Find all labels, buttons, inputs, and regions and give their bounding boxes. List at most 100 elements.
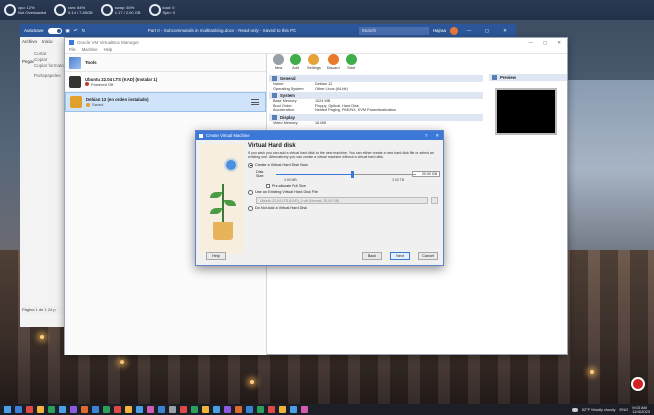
slider-min-label: 4.00 MB <box>284 177 297 182</box>
section-general-header[interactable]: General <box>269 75 483 82</box>
ribbon-format-painter[interactable]: Copiar formato <box>34 63 64 68</box>
toolbar-settings-button[interactable]: Settings <box>307 54 321 70</box>
wizard-illustration <box>200 144 244 254</box>
autosave-toggle[interactable] <box>47 27 62 34</box>
taskbar-app-icon[interactable] <box>235 406 242 413</box>
system-icon <box>272 93 277 99</box>
paste-button[interactable]: Pegar <box>22 59 34 64</box>
taskbar-app-icon[interactable] <box>103 406 110 413</box>
weather-text[interactable]: 52°F Mostly cloudy <box>582 407 616 412</box>
section-title: Display <box>280 114 295 120</box>
taskbar-app-icon[interactable] <box>59 406 66 413</box>
vm-list-item[interactable]: Ubuntu 22.04 LTS (KAD) (Instalar 1) Power… <box>65 72 266 92</box>
dialog-vbox-icon <box>199 133 203 138</box>
taskbar-app-icon[interactable] <box>70 406 77 413</box>
taskbar-app-icon[interactable] <box>301 406 308 413</box>
menu-file[interactable]: File <box>69 47 76 53</box>
dialog-close-button[interactable]: ✕ <box>435 133 439 139</box>
taskbar-app-icon[interactable] <box>92 406 99 413</box>
tab-archivo[interactable]: Archivo <box>22 39 37 44</box>
preallocate-row[interactable]: Pre-allocate Full Size <box>248 183 440 188</box>
taskbar-app-icon[interactable] <box>48 406 55 413</box>
taskbar-app-icon[interactable] <box>279 406 286 413</box>
taskbar-app-icon[interactable] <box>268 406 275 413</box>
cancel-button[interactable]: Cancel <box>418 252 438 260</box>
document-title: Part II - Subcommands in multitasking.do… <box>147 28 297 33</box>
preallocate-checkbox[interactable] <box>266 183 270 188</box>
taskbar-app-icon[interactable] <box>202 406 209 413</box>
taskbar-app-icon[interactable] <box>158 406 165 413</box>
language-indicator[interactable]: ENG <box>620 407 629 412</box>
option-create-disk[interactable]: Create a Virtual Hard Disk Now <box>248 162 440 168</box>
taskbar-app-icon[interactable] <box>26 406 33 413</box>
vbox-minimize-button[interactable]: — <box>528 40 533 46</box>
vm-list-item[interactable]: Debian 12 (en orden instalado) Saved <box>65 92 266 112</box>
ribbon-copy[interactable]: Copiar <box>34 57 47 62</box>
tab-inicio[interactable]: Inicio <box>42 39 53 44</box>
taskbar-app-icon[interactable] <box>15 406 22 413</box>
section-system-header[interactable]: System <box>269 92 483 100</box>
taskbar-app-icon[interactable] <box>290 406 297 413</box>
start-button-icon[interactable] <box>4 406 11 413</box>
vm-state-icon <box>86 102 90 107</box>
cloud-icon <box>571 407 578 412</box>
slider-fill <box>275 173 353 175</box>
taskbar-app-icon[interactable] <box>114 406 121 413</box>
dialog-help-icon[interactable]: ? <box>425 133 427 139</box>
next-button[interactable]: Next <box>390 252 410 260</box>
taskbar-app-icon[interactable] <box>37 406 44 413</box>
save-icon[interactable]: ▣ <box>66 28 70 34</box>
vm-menu-icon[interactable] <box>251 99 259 105</box>
user-name[interactable]: Hajraa <box>433 28 446 33</box>
taskbar-app-icon[interactable] <box>246 406 253 413</box>
avatar[interactable] <box>450 26 458 35</box>
toolbar-add-button[interactable]: Add <box>290 54 301 70</box>
slider-thumb[interactable] <box>351 170 355 178</box>
detail-row: Acceleration: Nested Paging, PAE/NX, KVM … <box>269 108 483 113</box>
toolbar-discard-button[interactable]: Discard <box>327 54 340 70</box>
help-button[interactable]: Help <box>206 252 226 260</box>
taskbar-app-icon[interactable] <box>81 406 88 413</box>
record-indicator-icon[interactable] <box>631 377 645 391</box>
disk-size-slider[interactable] <box>275 170 416 178</box>
taskbar-app-icon[interactable] <box>136 406 143 413</box>
vbox-maximize-button[interactable]: ▢ <box>543 40 547 46</box>
maximize-button[interactable]: ▢ <box>480 28 494 34</box>
section-display-header[interactable]: Display <box>269 113 483 121</box>
taskbar-app-icon[interactable] <box>147 406 154 413</box>
undo-icon[interactable]: ↶ <box>74 28 78 34</box>
plant-leaf <box>224 200 236 206</box>
taskbar-app-icon[interactable] <box>169 406 176 413</box>
close-button[interactable]: ✕ <box>498 28 512 34</box>
taskbar-app-icon[interactable] <box>180 406 187 413</box>
clock[interactable]: 9:03 AM 12/4/2023 <box>632 405 650 414</box>
search-input[interactable]: Search <box>358 26 429 35</box>
monitor-swap: swap: 60% 1.17 / 2.00 GB <box>100 4 141 16</box>
taskbar-app-icon[interactable] <box>257 406 264 413</box>
taskbar-app-icon[interactable] <box>125 406 132 413</box>
section-title: General <box>280 76 296 81</box>
taskbar-app-icon[interactable] <box>191 406 198 413</box>
toolbar-new-button[interactable]: New <box>273 54 284 70</box>
radio-create-disk[interactable] <box>248 162 253 168</box>
browse-folder-icon[interactable] <box>431 196 438 204</box>
back-button[interactable]: Back <box>362 252 382 260</box>
option-no-disk[interactable]: Do Not Add a Virtual Hard Disk <box>248 205 440 211</box>
vm-state-icon <box>85 82 89 86</box>
load-sub: Spin: 0 <box>162 10 175 15</box>
vbox-close-button[interactable]: ✕ <box>557 40 561 46</box>
toolbar-start-button[interactable]: Start <box>345 54 357 70</box>
ribbon-cut[interactable]: Cortar <box>34 51 47 56</box>
radio-no-disk[interactable] <box>248 205 253 211</box>
menu-help[interactable]: Help <box>104 47 113 53</box>
menu-machine[interactable]: Machine <box>82 47 98 53</box>
taskbar-app-icon[interactable] <box>213 406 220 413</box>
minimize-button[interactable]: — <box>462 28 476 33</box>
disk-size-row: Disk Size: 20.00 GB <box>248 170 440 178</box>
option-existing-disk[interactable]: Use an Existing Virtual Hard Disk File <box>248 189 440 195</box>
tools-item[interactable]: Tools <box>65 54 266 72</box>
redo-icon[interactable]: ↻ <box>82 28 86 34</box>
existing-file-select[interactable]: Ubuntu 22.04 LTS (KAD)_1.vdi (Normal, 25… <box>256 196 428 204</box>
radio-existing-disk[interactable] <box>248 189 253 195</box>
taskbar-app-icon[interactable] <box>224 406 231 413</box>
